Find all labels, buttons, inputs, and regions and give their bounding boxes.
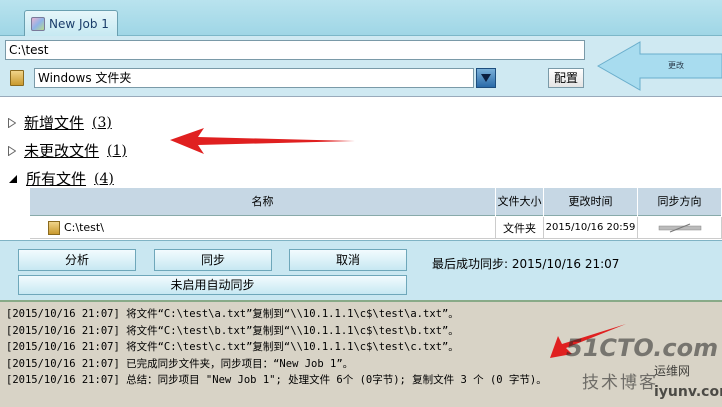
group-unchanged-files[interactable]: 未更改文件 (1) [8,140,127,161]
expand-arrow-icon [8,145,16,156]
tab-job[interactable]: New Job 1 [24,10,118,36]
group-new-files[interactable]: 新增文件 (3) [8,112,112,133]
watermark-url: iyunv.com [654,384,722,400]
sync-button[interactable]: 同步 [154,249,272,271]
expand-arrow-icon [8,117,16,128]
tab-strip: New Job 1 [0,0,722,36]
annotation-arrow-red [170,128,355,154]
watermark-51cto: 51CTO.com [566,334,719,362]
row-direction[interactable] [638,217,722,239]
chevron-down-icon[interactable] [476,68,496,88]
path-input[interactable]: C:\test [5,40,585,60]
col-name[interactable]: 名称 [30,188,496,216]
row-name: C:\test\ [64,221,104,234]
watermark-site: 运维网 [654,364,691,378]
group-label: 新增文件 [24,114,85,132]
group-label: 所有文件 [26,170,87,188]
job-cube-icon [31,16,45,31]
sync-direction-icon [658,223,701,232]
auto-sync-button[interactable]: 未启用自动同步 [18,275,407,295]
last-sync-status: 最后成功同步: 2015/10/16 21:07 [432,257,620,271]
group-count: (1) [107,142,127,159]
row-size: 文件夹 [496,217,544,239]
annotation-label: 更改 [668,61,684,70]
tab-label: New Job 1 [49,16,109,31]
collapse-arrow-icon [9,174,17,183]
log-line: [2015/10/16 21:07] 将文件“C:\test\a.txt”复制到… [6,308,459,320]
analyze-button[interactable]: 分析 [18,249,136,271]
watermark-blog: 技术博客 [582,373,658,393]
col-direction[interactable]: 同步方向 [638,188,722,216]
group-label: 未更改文件 [24,142,100,160]
table-header: 名称 文件大小 更改时间 同步方向 [30,188,722,216]
config-button[interactable]: 配置 [548,68,584,88]
table-row[interactable]: C:\test\ 文件夹 2015/10/16 20:59 [30,217,722,239]
action-bar: 分析 同步 取消 未启用自动同步 最后成功同步: 2015/10/16 21:0… [0,240,722,300]
group-count: (3) [92,114,112,131]
folder-icon [10,70,24,86]
folder-type-select[interactable]: Windows 文件夹 [34,68,474,88]
row-modified: 2015/10/16 20:59 [544,217,638,239]
col-modified[interactable]: 更改时间 [544,188,638,216]
folder-icon [48,220,60,235]
cancel-button[interactable]: 取消 [289,249,407,271]
col-size[interactable]: 文件大小 [496,188,544,216]
group-all-files[interactable]: 所有文件 (4) [8,168,114,189]
annotation-arrow-cyan [596,41,722,91]
group-count: (4) [94,170,114,187]
